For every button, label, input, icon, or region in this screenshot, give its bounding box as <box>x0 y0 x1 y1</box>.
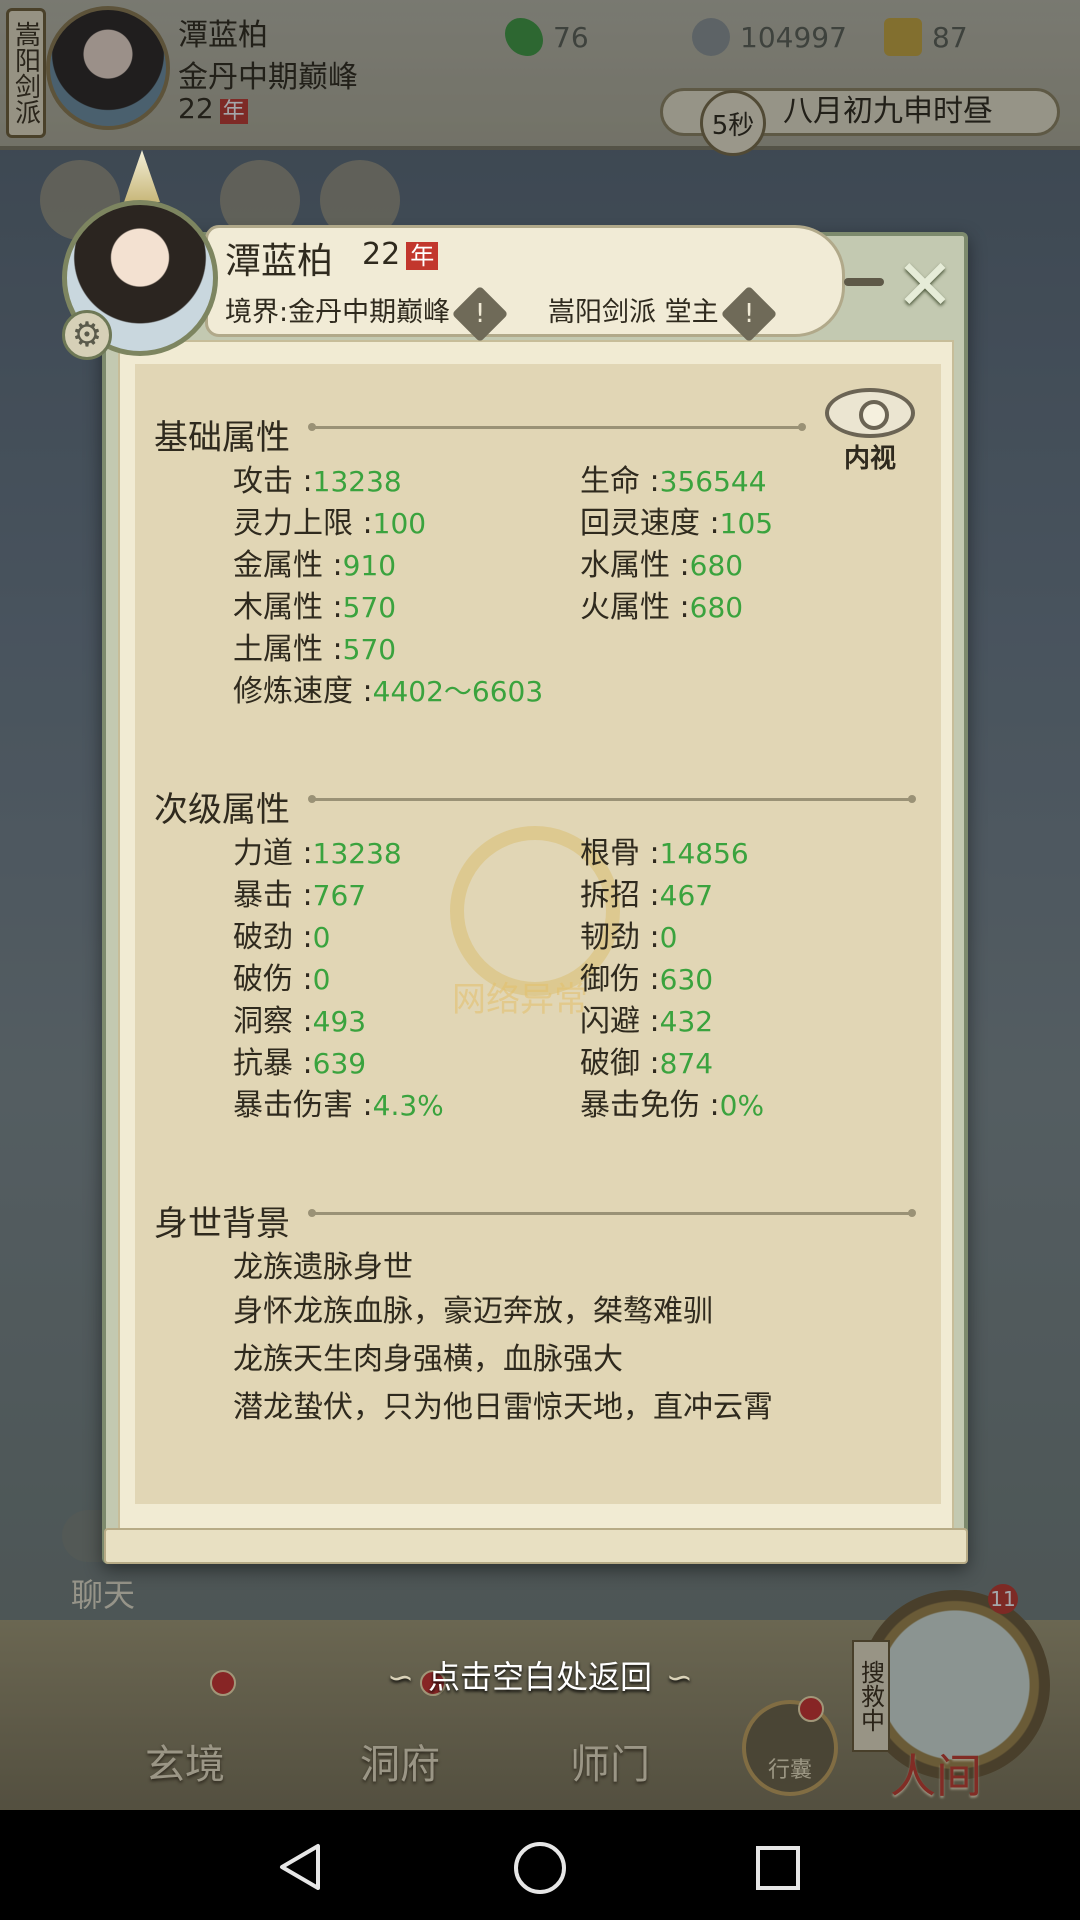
section-divider <box>308 423 806 431</box>
eye-icon <box>825 388 915 438</box>
recent-square-icon[interactable] <box>756 1846 800 1890</box>
stat-row: 土属性 :570 <box>233 632 397 667</box>
stat-row: 洞察 :493 <box>233 1004 367 1039</box>
stat-row: 御伤 :630 <box>580 962 714 997</box>
section-divider <box>308 795 916 803</box>
home-circle-icon[interactable] <box>514 1842 566 1894</box>
background-line: 龙族遗脉身世 <box>233 1250 413 1285</box>
background-line: 潜龙蛰伏，只为他日雷惊天地，直冲云霄 <box>233 1390 773 1425</box>
stat-row: 回灵速度 :105 <box>580 506 774 541</box>
stat-row: 闪避 :432 <box>580 1004 714 1039</box>
sect-line: 嵩阳剑派 堂主! <box>548 285 777 342</box>
section-title-secondary: 次级属性 <box>154 790 290 830</box>
stat-row: 力道 :13238 <box>233 836 402 871</box>
stat-row: 破伤 :0 <box>233 962 331 997</box>
section-divider <box>308 1209 916 1217</box>
section-title-background: 身世背景 <box>154 1204 290 1244</box>
character-age: 22 年 <box>362 236 439 272</box>
close-icon[interactable]: ✕ <box>890 250 960 320</box>
stat-row: 韧劲 :0 <box>580 920 678 955</box>
stat-row: 破劲 :0 <box>233 920 331 955</box>
stat-row: 暴击 :767 <box>233 878 367 913</box>
swirl-left-icon: ∽ <box>387 1658 414 1696</box>
stat-row: 金属性 :910 <box>233 548 397 583</box>
character-name: 潭蓝柏 <box>225 241 334 282</box>
stat-row: 生命 :356544 <box>580 464 767 499</box>
panel-scroll-end <box>104 1528 968 1564</box>
stat-row: 根骨 :14856 <box>580 836 749 871</box>
stat-row: 抗暴 :639 <box>233 1046 367 1081</box>
background-line: 龙族天生肉身强横，血脉强大 <box>233 1342 623 1377</box>
stat-row: 灵力上限 :100 <box>233 506 427 541</box>
section-title-basic: 基础属性 <box>154 418 290 458</box>
realm-info-icon[interactable]: ! <box>451 285 509 342</box>
gear-icon[interactable]: ⚙ <box>62 310 112 360</box>
stat-row: 修炼速度 :4402～6603 <box>233 674 544 709</box>
realm-text: 境界:金丹中期巅峰 <box>225 297 451 328</box>
return-hint-text: 点击空白处返回 <box>427 1658 652 1696</box>
sect-text: 嵩阳剑派 堂主 <box>548 297 719 328</box>
stat-row: 木属性 :570 <box>233 590 397 625</box>
back-triangle-icon[interactable] <box>278 1842 322 1892</box>
background-line: 身怀龙族血脉，豪迈奔放，桀骜难驯 <box>233 1294 713 1329</box>
stat-row: 暴击伤害 :4.3% <box>233 1088 444 1123</box>
tap-blank-to-return-hint[interactable]: ∽ 点击空白处返回 ∽ <box>0 1652 1080 1698</box>
swirl-right-icon: ∽ <box>666 1658 693 1696</box>
stat-row: 攻击 :13238 <box>233 464 402 499</box>
stat-row: 拆招 :467 <box>580 878 714 913</box>
stat-row: 暴击免伤 :0% <box>580 1088 765 1123</box>
inner-view-button[interactable]: 内视 <box>822 388 918 484</box>
stat-row: 水属性 :680 <box>580 548 744 583</box>
close-stub <box>844 278 884 286</box>
stat-row: 破御 :874 <box>580 1046 714 1081</box>
stat-row: 火属性 :680 <box>580 590 744 625</box>
network-error-text: 网络异常 <box>452 980 588 1020</box>
sect-info-icon[interactable]: ! <box>720 285 777 342</box>
realm-line: 境界:金丹中期巅峰! <box>225 285 509 342</box>
inner-view-label: 内视 <box>843 444 896 474</box>
